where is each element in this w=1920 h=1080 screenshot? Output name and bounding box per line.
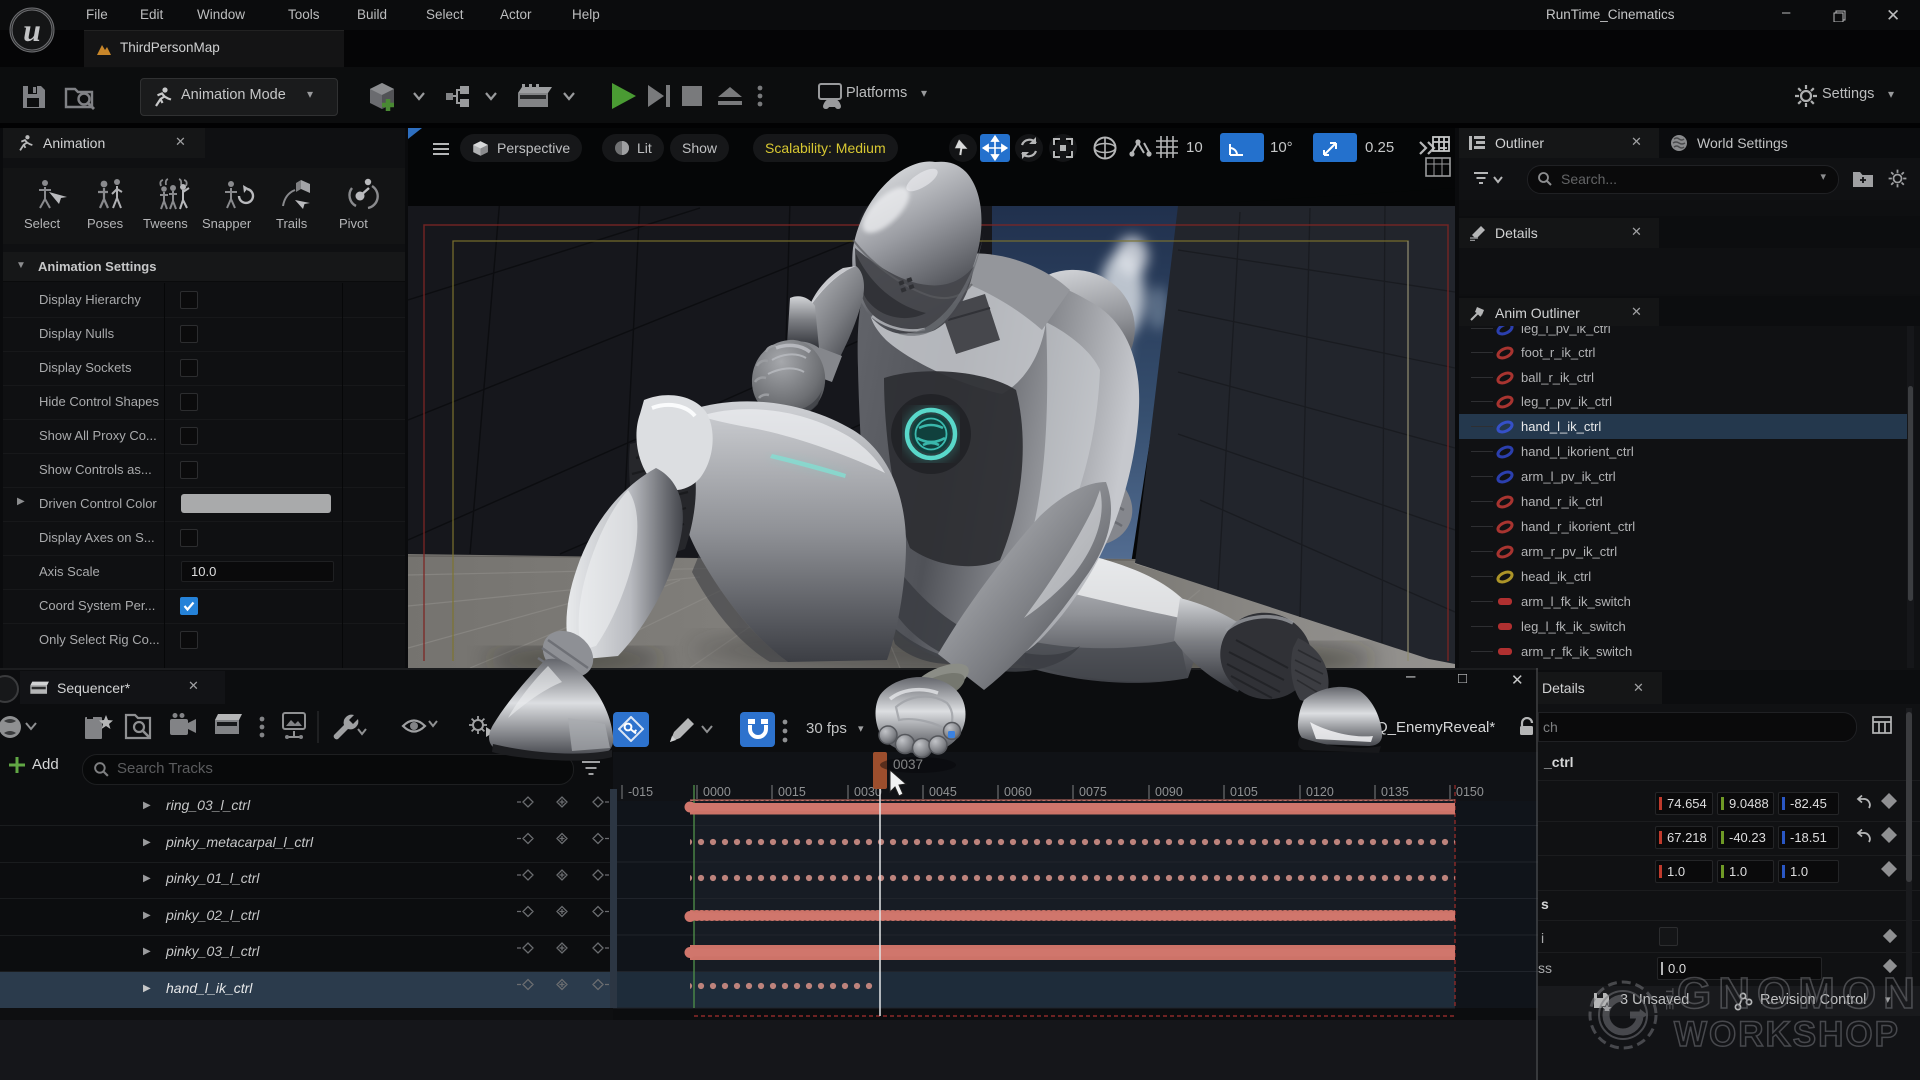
- svg-text:u: u: [23, 12, 41, 48]
- svg-text:0105: 0105: [1230, 785, 1258, 799]
- svg-text:0045: 0045: [929, 785, 957, 799]
- svg-text:0037: 0037: [893, 757, 923, 772]
- svg-text:0060: 0060: [1004, 785, 1032, 799]
- svg-text:0015: 0015: [778, 785, 806, 799]
- svg-text:0090: 0090: [1155, 785, 1183, 799]
- svg-text:0075: 0075: [1079, 785, 1107, 799]
- svg-text:-015: -015: [628, 785, 653, 799]
- svg-text:0120: 0120: [1306, 785, 1334, 799]
- svg-text:0150: 0150: [1456, 785, 1484, 799]
- svg-text:0000: 0000: [703, 785, 731, 799]
- svg-text:0135: 0135: [1381, 785, 1409, 799]
